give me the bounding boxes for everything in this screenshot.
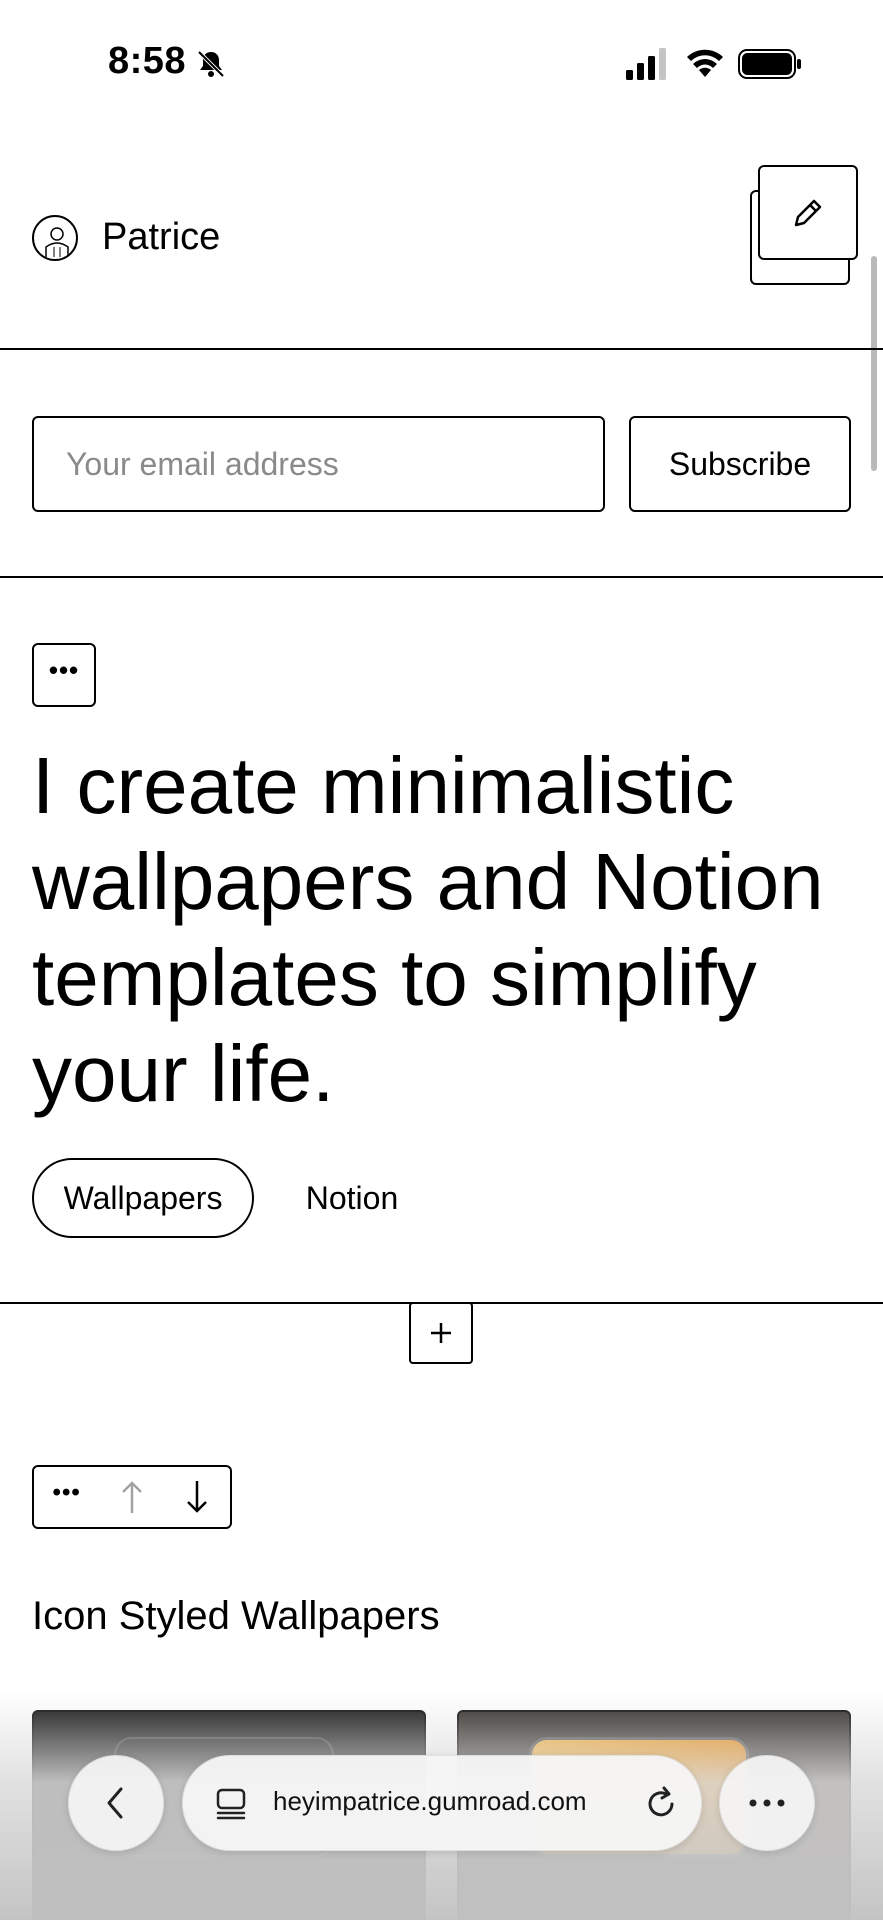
- browser-toolbar: heyimpatrice.gumroad.com: [0, 1755, 883, 1855]
- section-more-label: •••: [52, 1479, 81, 1506]
- plus-icon: [431, 1323, 451, 1343]
- section-controls: •••: [32, 1465, 232, 1529]
- bell-slash-icon: [197, 50, 225, 78]
- bio-heading: I create minimalistic wallpapers and Not…: [32, 741, 824, 1118]
- subscribe-section: Subscribe: [0, 350, 883, 578]
- battery-icon: [738, 49, 801, 79]
- status-time: 8:58: [108, 40, 187, 82]
- bio-more-button[interactable]: •••: [32, 643, 96, 707]
- arrow-down-icon: [187, 1481, 208, 1513]
- signal-icon: [626, 48, 666, 80]
- profile-name[interactable]: Patrice: [102, 216, 220, 259]
- tabs-icon: [216, 1788, 246, 1820]
- avatar[interactable]: [32, 215, 78, 261]
- subscribe-button[interactable]: Subscribe: [629, 416, 851, 512]
- url-text: heyimpatrice.gumroad.com: [273, 1786, 587, 1816]
- add-section-button[interactable]: [409, 1302, 473, 1364]
- section-title: Icon Styled Wallpapers: [32, 1594, 440, 1638]
- edit-button[interactable]: [758, 165, 858, 260]
- status-bar: 8:58: [0, 0, 883, 120]
- edit-button-stack: [750, 165, 858, 285]
- more-icon: [749, 1799, 785, 1807]
- section-more-button[interactable]: •••: [34, 1467, 99, 1527]
- tag-wallpapers[interactable]: Wallpapers: [32, 1158, 254, 1238]
- move-down-button[interactable]: [165, 1467, 230, 1527]
- wifi-icon: [687, 49, 723, 77]
- email-field[interactable]: [32, 416, 605, 512]
- arrow-up-icon: [122, 1481, 142, 1513]
- profile-header: Patrice: [0, 120, 883, 350]
- reload-icon[interactable]: [641, 1784, 681, 1824]
- tag-notion[interactable]: Notion: [286, 1158, 418, 1238]
- address-bar[interactable]: heyimpatrice.gumroad.com: [182, 1755, 702, 1851]
- avatar-illustration-icon: [45, 227, 69, 259]
- back-button[interactable]: [68, 1755, 164, 1851]
- move-up-button[interactable]: [99, 1467, 164, 1527]
- back-icon: [107, 1787, 123, 1819]
- pencil-icon: [794, 199, 822, 226]
- browser-menu-button[interactable]: [719, 1755, 815, 1851]
- bio-section: ••• I create minimalistic wallpapers and…: [0, 578, 883, 1304]
